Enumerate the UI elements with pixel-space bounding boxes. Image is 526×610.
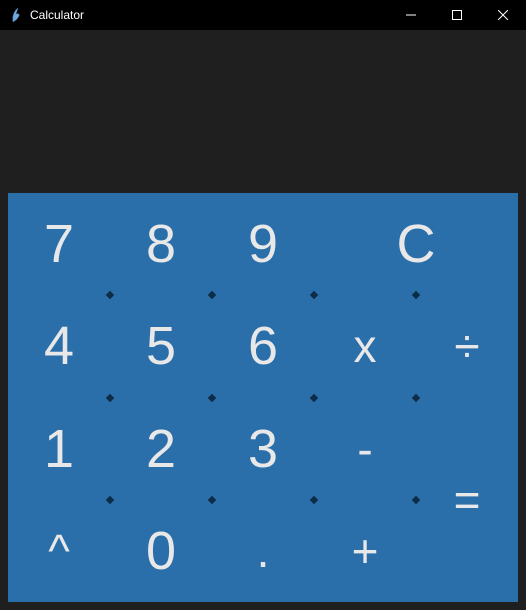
key-power[interactable]: ^ [8, 500, 110, 602]
key-plus[interactable]: + [314, 500, 416, 602]
window-body: 7 8 9 C 4 5 6 x ÷ 1 2 3 - = ^ 0 . + [0, 30, 526, 610]
key-decimal[interactable]: . [212, 500, 314, 602]
minimize-button[interactable] [388, 0, 434, 30]
key-0[interactable]: 0 [110, 500, 212, 602]
calculator-display [8, 38, 518, 193]
key-multiply[interactable]: x [314, 295, 416, 397]
key-equals[interactable]: = [416, 398, 518, 603]
key-6[interactable]: 6 [212, 295, 314, 397]
key-5[interactable]: 5 [110, 295, 212, 397]
key-divide[interactable]: ÷ [416, 295, 518, 397]
key-4[interactable]: 4 [8, 295, 110, 397]
key-clear[interactable]: C [314, 193, 518, 295]
window-controls [388, 0, 526, 30]
window-title: Calculator [30, 8, 84, 22]
key-minus[interactable]: - [314, 398, 416, 500]
key-1[interactable]: 1 [8, 398, 110, 500]
key-3[interactable]: 3 [212, 398, 314, 500]
titlebar: Calculator [0, 0, 526, 30]
keypad: 7 8 9 C 4 5 6 x ÷ 1 2 3 - = ^ 0 . + [8, 193, 518, 602]
key-9[interactable]: 9 [212, 193, 314, 295]
app-icon [8, 7, 24, 23]
close-button[interactable] [480, 0, 526, 30]
maximize-button[interactable] [434, 0, 480, 30]
key-8[interactable]: 8 [110, 193, 212, 295]
key-2[interactable]: 2 [110, 398, 212, 500]
key-7[interactable]: 7 [8, 193, 110, 295]
